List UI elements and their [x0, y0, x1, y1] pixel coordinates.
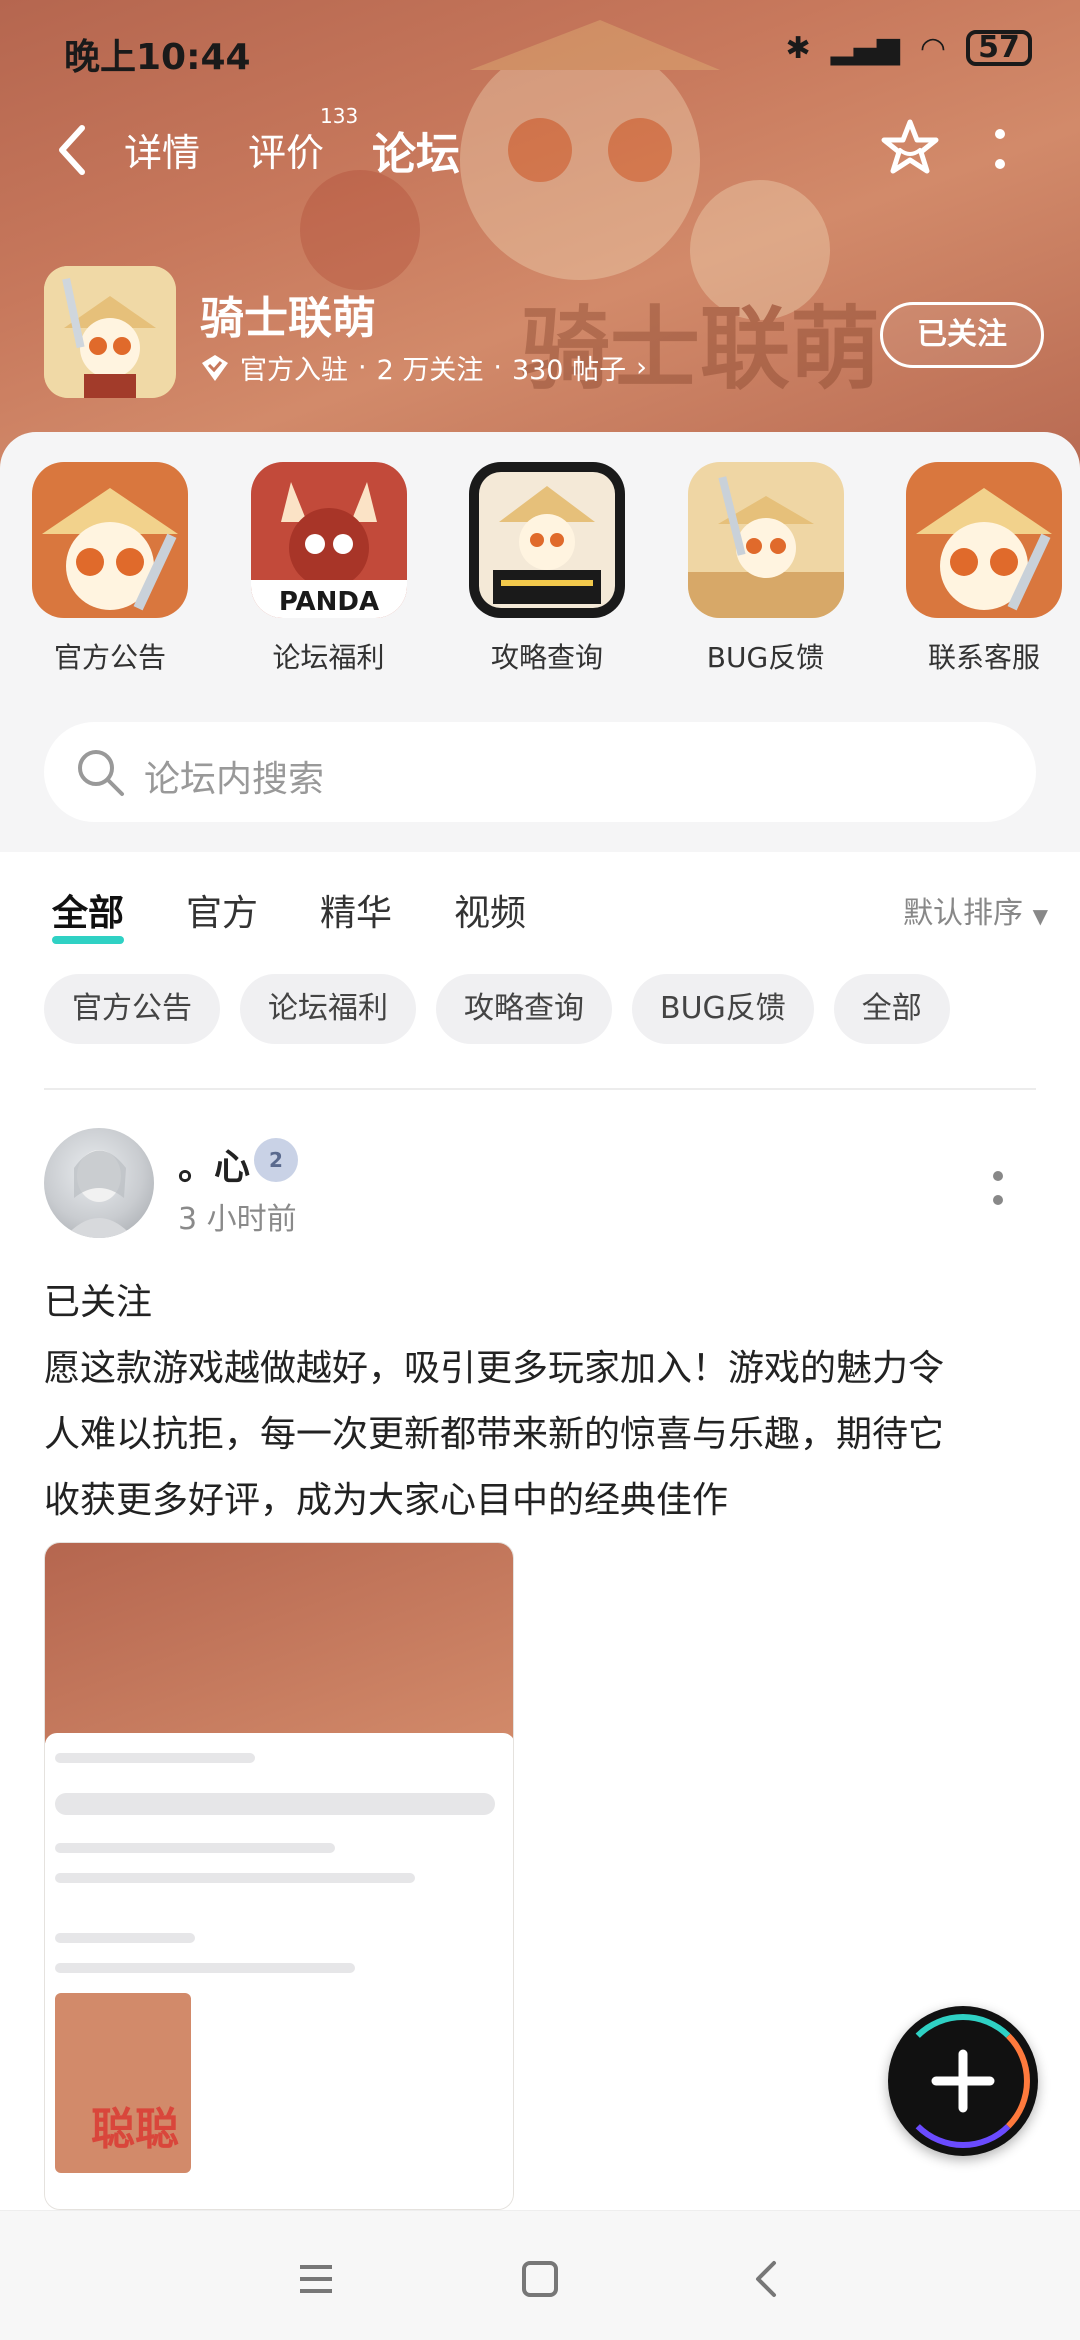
shortcut-bug-report[interactable]: BUG反馈	[687, 462, 844, 682]
chip-official-notice[interactable]: 官方公告	[44, 974, 220, 1044]
new-post-fab[interactable]	[888, 2006, 1038, 2156]
post-header: 。心 2 3 小时前	[44, 1128, 1036, 1238]
wifi-icon: ◠	[919, 30, 946, 66]
shortcut-row: 官方公告 PANDA 论坛福利 攻略查询 BUG反馈 联系客服	[32, 462, 1062, 682]
filter-tab-featured[interactable]: 精华	[320, 884, 392, 936]
category-chips: 官方公告 论坛福利 攻略查询 BUG反馈 全部	[44, 974, 950, 1044]
tab-forum[interactable]: 论坛	[372, 118, 460, 188]
post-text-line: 愿这款游戏越做越好，吸引更多玩家加入！游戏的魅力令	[44, 1348, 945, 1389]
shortcut-guide-search[interactable]: 攻略查询	[469, 462, 625, 682]
post-text-line: 收获更多好评，成为大家心目中的经典佳作	[44, 1480, 729, 1521]
filter-tab-video[interactable]: 视频	[454, 884, 526, 936]
status-bar: 晚上10:44 ✱ ▂▄▆ ◠ 57	[0, 0, 1080, 100]
followers-count: 2 万关注	[376, 355, 484, 386]
more-vertical-icon[interactable]	[990, 124, 1010, 174]
tab-details[interactable]: 详情	[124, 122, 200, 177]
search-input[interactable]: 论坛内搜索	[144, 750, 324, 802]
plus-icon	[931, 2049, 995, 2113]
chevron-right-icon: ›	[636, 352, 647, 383]
status-time: 晚上10:44	[64, 37, 251, 78]
avatar[interactable]	[44, 1128, 154, 1238]
shortcut-contact-support[interactable]: 联系客服	[906, 462, 1062, 682]
guide-search-icon	[469, 462, 625, 618]
chip-bug-report[interactable]: BUG反馈	[632, 974, 814, 1044]
filter-tab-all[interactable]: 全部	[52, 884, 125, 944]
sort-label: 默认排序	[903, 896, 1024, 931]
bluetooth-icon: ✱	[785, 30, 811, 66]
signal-icon: ▂▄▆	[830, 30, 900, 66]
caret-down-icon: ▼	[1032, 904, 1048, 928]
status-icons: ✱ ▂▄▆ ◠ 57	[785, 30, 1032, 66]
game-meta[interactable]: 官方入驻 · 2 万关注 · 330 帖子 ›	[200, 348, 647, 387]
chip-all[interactable]: 全部	[833, 974, 950, 1044]
game-banner: 骑士联萌 晚上10:44 ✱ ▂▄▆ ◠ 57 详情 评价 133 论坛 骑士联…	[0, 0, 1080, 470]
post-username[interactable]: 。心	[178, 1138, 250, 1190]
shortcut-forum-benefits[interactable]: PANDA 论坛福利	[250, 462, 407, 682]
filter-tab-official[interactable]: 官方	[186, 884, 258, 936]
menu-icon[interactable]	[286, 2249, 346, 2309]
game-title: 骑士联萌	[200, 293, 376, 344]
shortcut-label: BUG反馈	[706, 641, 825, 674]
chip-guide-search[interactable]: 攻略查询	[436, 974, 612, 1044]
top-nav: 详情 评价 133 论坛	[0, 104, 1080, 190]
back-nav-icon[interactable]	[738, 2249, 798, 2309]
post-image[interactable]: 聪聪	[44, 1542, 514, 2210]
forum-panel: 官方公告 PANDA 论坛福利 攻略查询 BUG反馈 联系客服 论坛内搜索	[0, 432, 1080, 852]
tab-reviews[interactable]: 评价	[248, 122, 324, 177]
official-label: 官方入驻	[240, 355, 348, 386]
favorite-star-icon[interactable]	[878, 116, 942, 180]
game-app-icon[interactable]	[44, 266, 176, 398]
chip-forum-benefits[interactable]: 论坛福利	[240, 974, 416, 1044]
screenshot-banner	[45, 1543, 513, 1743]
divider	[44, 1088, 1036, 1090]
post-content[interactable]: 已关注 愿这款游戏越做越好，吸引更多玩家加入！游戏的魅力令 人难以抗拒，每一次更…	[44, 1270, 1036, 1534]
post-timestamp: 3 小时前	[178, 1202, 297, 1237]
post-text-line: 人难以抗拒，每一次更新都带来新的惊喜与乐趣，期待它	[44, 1414, 945, 1455]
shortcut-label: 攻略查询	[490, 641, 603, 674]
battery-icon: 57	[966, 30, 1032, 66]
contact-support-icon	[906, 462, 1062, 618]
follow-button[interactable]: 已关注	[880, 302, 1044, 368]
shortcut-label: 论坛福利	[272, 641, 385, 674]
image-watermark: 聪聪	[91, 2104, 179, 2155]
shortcut-official-notice[interactable]: 官方公告	[32, 462, 188, 682]
post-text-line: 已关注	[44, 1282, 153, 1323]
search-icon	[78, 750, 124, 796]
meta-separator: ·	[493, 352, 502, 383]
meta-separator: ·	[358, 352, 367, 383]
benefits-icon-text: PANDA	[278, 587, 378, 617]
reviews-count-badge: 133	[320, 104, 359, 128]
sort-dropdown[interactable]: 默认排序 ▼	[903, 888, 1048, 932]
posts-count: 330 帖子	[511, 355, 627, 386]
post-more-icon[interactable]	[990, 1168, 1006, 1208]
forum-search-bar[interactable]: 论坛内搜索	[44, 722, 1036, 822]
post-filter-tabs: 全部 官方 精华 视频 默认排序 ▼	[0, 866, 1080, 956]
official-verified-icon	[202, 354, 228, 381]
official-notice-icon	[32, 462, 188, 618]
back-icon[interactable]	[52, 120, 92, 180]
home-icon[interactable]	[510, 2249, 570, 2309]
system-nav-bar	[0, 2210, 1080, 2340]
shortcut-label: 联系客服	[927, 641, 1040, 674]
shortcut-label: 官方公告	[53, 641, 166, 674]
forum-benefits-icon: PANDA	[250, 462, 407, 618]
user-level-badge: 2	[254, 1138, 298, 1182]
game-info: 骑士联萌 官方入驻 · 2 万关注 · 330 帖子 › 已关注	[44, 266, 1044, 406]
bug-report-icon	[687, 462, 844, 618]
